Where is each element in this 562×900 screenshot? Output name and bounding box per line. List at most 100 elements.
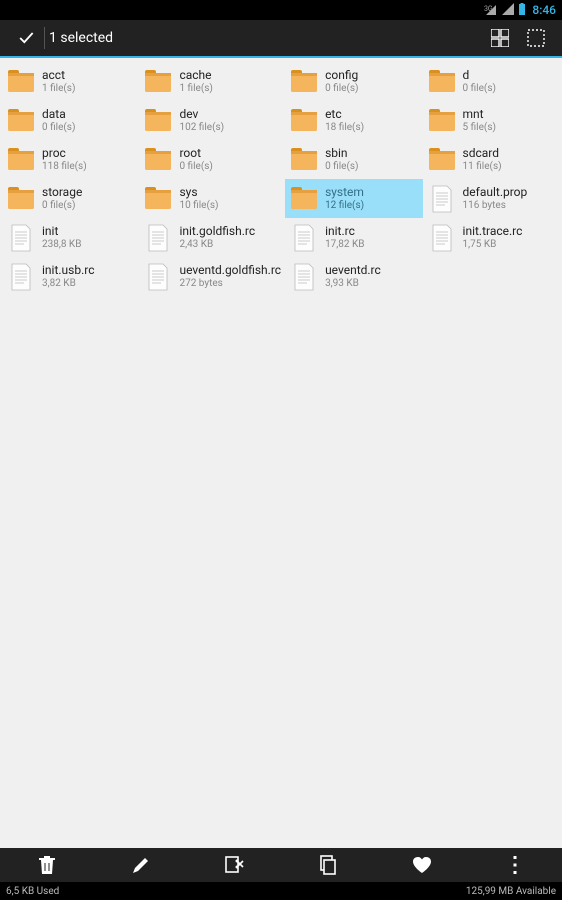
file-item-ueventd-goldfish-rc[interactable]: ueventd.goldfish.rc272 bytes <box>139 257 285 296</box>
item-sub: 116 bytes <box>463 200 528 212</box>
item-sub: 3,93 KB <box>325 278 381 290</box>
item-name: default.prop <box>463 185 528 199</box>
item-sub: 11 file(s) <box>463 161 502 173</box>
storage-footer: 6,5 KB Used 125,99 MB Available <box>0 882 562 900</box>
edit-button[interactable] <box>94 848 188 882</box>
cut-button[interactable] <box>187 848 281 882</box>
item-name: init.trace.rc <box>463 224 523 238</box>
folder-icon <box>143 67 173 97</box>
item-sub: 3,82 KB <box>42 278 95 290</box>
item-name: proc <box>42 146 87 160</box>
file-item-init-trace-rc[interactable]: init.trace.rc1,75 KB <box>423 218 560 257</box>
folder-icon <box>427 106 457 136</box>
item-name: acct <box>42 68 75 82</box>
folder-item-sys[interactable]: sys10 file(s) <box>139 179 285 218</box>
file-grid: acct1 file(s)cache1 file(s)config0 file(… <box>0 58 562 300</box>
item-name: init.usb.rc <box>42 263 95 277</box>
file-item-default-prop[interactable]: default.prop116 bytes <box>423 179 560 218</box>
item-sub: 5 file(s) <box>463 122 496 134</box>
folder-icon <box>143 145 173 175</box>
item-sub: 0 file(s) <box>42 122 75 134</box>
file-icon <box>289 262 319 292</box>
favorite-button[interactable] <box>375 848 469 882</box>
folder-item-proc[interactable]: proc118 file(s) <box>2 140 139 179</box>
item-sub: 0 file(s) <box>325 83 358 95</box>
item-name: system <box>325 185 364 199</box>
item-name: sys <box>179 185 218 199</box>
avail-label: 125,99 MB Available <box>466 886 556 897</box>
signal-icon <box>502 3 514 18</box>
item-name: sdcard <box>463 146 502 160</box>
item-name: init.rc <box>325 224 364 238</box>
item-sub: 10 file(s) <box>179 200 218 212</box>
item-sub: 1 file(s) <box>179 83 212 95</box>
file-icon <box>143 262 173 292</box>
item-name: dev <box>179 107 224 121</box>
folder-item-data[interactable]: data0 file(s) <box>2 101 139 140</box>
item-name: init.goldfish.rc <box>179 224 255 238</box>
folder-item-cache[interactable]: cache1 file(s) <box>139 62 285 101</box>
overflow-button[interactable] <box>468 848 562 882</box>
folder-item-config[interactable]: config0 file(s) <box>285 62 422 101</box>
item-sub: 18 file(s) <box>325 122 364 134</box>
folder-item-etc[interactable]: etc18 file(s) <box>285 101 422 140</box>
item-name: etc <box>325 107 364 121</box>
file-icon <box>427 184 457 214</box>
folder-item-root[interactable]: root0 file(s) <box>139 140 285 179</box>
folder-item-sbin[interactable]: sbin0 file(s) <box>285 140 422 179</box>
item-sub: 2,43 KB <box>179 239 255 251</box>
folder-item-sdcard[interactable]: sdcard11 file(s) <box>423 140 560 179</box>
folder-item-d[interactable]: d0 file(s) <box>423 62 560 101</box>
item-name: mnt <box>463 107 496 121</box>
item-name: ueventd.rc <box>325 263 381 277</box>
folder-item-storage[interactable]: storage0 file(s) <box>2 179 139 218</box>
item-name: sbin <box>325 146 358 160</box>
item-name: init <box>42 224 81 238</box>
select-all-icon[interactable] <box>518 20 554 56</box>
copy-button[interactable] <box>281 848 375 882</box>
android-status-bar: 3G 8:46 <box>0 0 562 20</box>
file-item-init-goldfish-rc[interactable]: init.goldfish.rc2,43 KB <box>139 218 285 257</box>
network-3g-icon: 3G <box>484 3 498 18</box>
selection-count: 1 selected <box>49 30 113 46</box>
file-grid-container: acct1 file(s)cache1 file(s)config0 file(… <box>0 58 562 848</box>
battery-icon <box>518 3 526 18</box>
header-separator <box>44 27 45 49</box>
file-icon <box>6 223 36 253</box>
item-sub: 12 file(s) <box>325 200 364 212</box>
item-sub: 0 file(s) <box>463 83 496 95</box>
item-name: root <box>179 146 212 160</box>
folder-icon <box>289 67 319 97</box>
delete-button[interactable] <box>0 848 94 882</box>
file-item-init-rc[interactable]: init.rc17,82 KB <box>285 218 422 257</box>
folder-icon <box>6 184 36 214</box>
view-grid-icon[interactable] <box>482 20 518 56</box>
item-sub: 102 file(s) <box>179 122 224 134</box>
item-sub: 272 bytes <box>179 278 281 290</box>
item-name: cache <box>179 68 212 82</box>
folder-icon <box>143 106 173 136</box>
file-item-init[interactable]: init238,8 KB <box>2 218 139 257</box>
action-bar <box>0 848 562 882</box>
item-name: d <box>463 68 496 82</box>
item-name: ueventd.goldfish.rc <box>179 263 281 277</box>
folder-item-acct[interactable]: acct1 file(s) <box>2 62 139 101</box>
item-sub: 0 file(s) <box>179 161 212 173</box>
folder-item-system[interactable]: system12 file(s) <box>285 179 422 218</box>
item-sub: 0 file(s) <box>325 161 358 173</box>
item-name: config <box>325 68 358 82</box>
used-label: 6,5 KB Used <box>6 886 59 897</box>
folder-icon <box>427 67 457 97</box>
file-icon <box>427 223 457 253</box>
file-icon <box>289 223 319 253</box>
item-sub: 238,8 KB <box>42 239 81 251</box>
item-sub: 17,82 KB <box>325 239 364 251</box>
folder-item-mnt[interactable]: mnt5 file(s) <box>423 101 560 140</box>
folder-icon <box>143 184 173 214</box>
folder-icon <box>427 145 457 175</box>
item-sub: 0 file(s) <box>42 200 82 212</box>
file-item-init-usb-rc[interactable]: init.usb.rc3,82 KB <box>2 257 139 296</box>
done-button[interactable] <box>8 20 44 56</box>
folder-item-dev[interactable]: dev102 file(s) <box>139 101 285 140</box>
file-item-ueventd-rc[interactable]: ueventd.rc3,93 KB <box>285 257 422 296</box>
